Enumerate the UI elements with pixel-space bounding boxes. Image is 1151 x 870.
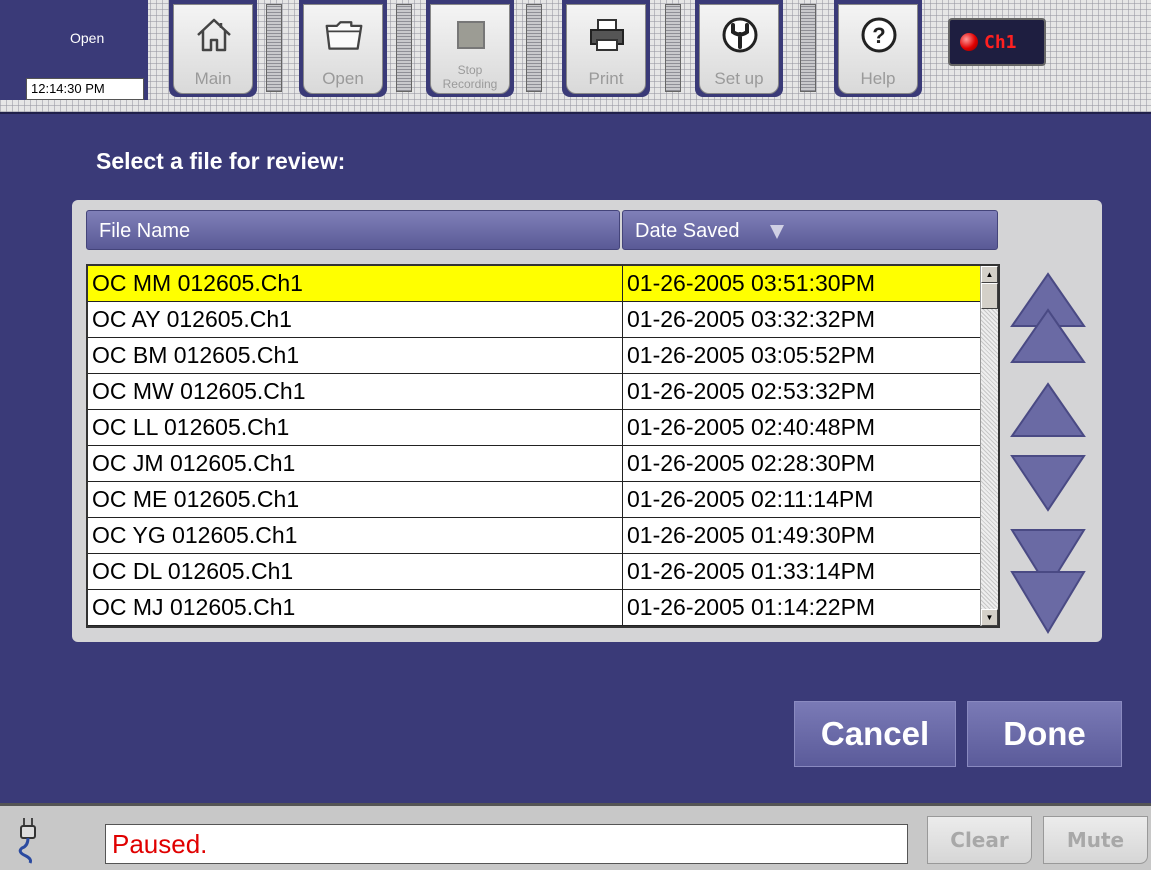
channel-indicator[interactable]: Ch1 [948,18,1046,66]
print-button[interactable]: Print [562,0,650,97]
file-name: OC MJ 012605.Ch1 [92,594,296,620]
scroll-up-button[interactable] [1008,380,1088,440]
double-down-arrow-icon [1010,529,1086,634]
wrench-icon [720,13,760,57]
status-bar: Paused. Clear Mute [0,803,1151,870]
clock: 12:14:30 PM [26,78,144,100]
sort-descending-icon [769,224,784,239]
file-row[interactable]: OC MJ 012605.Ch1 01-26-2005 01:14:22PM [88,590,998,626]
file-name: OC MM 012605.Ch1 [92,270,303,296]
toolbar-separator [665,4,681,92]
mute-button[interactable]: Mute [1043,816,1148,864]
recording-led-icon [960,33,978,51]
file-row[interactable]: OC JM 012605.Ch1 01-26-2005 02:28:30PM [88,446,998,482]
file-date: 01-26-2005 01:14:22PM [622,590,979,625]
file-date: 01-26-2005 03:32:32PM [622,302,979,337]
list-scrollbar[interactable]: ▲ ▼ [980,266,998,626]
file-row[interactable]: OC AY 012605.Ch1 01-26-2005 03:32:32PM [88,302,998,338]
scroll-down-arrow-icon[interactable]: ▼ [981,609,998,626]
file-name: OC JM 012605.Ch1 [92,450,296,476]
open-button-label: Open [322,69,364,88]
file-row[interactable]: OC ME 012605.Ch1 01-26-2005 02:11:14PM [88,482,998,518]
file-date: 01-26-2005 03:05:52PM [622,338,979,373]
channel-label: Ch1 [984,32,1017,53]
status-message: Paused. [105,824,908,864]
toolbar-separator [800,4,816,92]
page-down-button[interactable] [1008,526,1088,636]
scroll-thumb[interactable] [981,283,998,309]
column-header-date-saved[interactable]: Date Saved [622,210,998,250]
up-arrow-icon [1010,382,1086,437]
file-date: 01-26-2005 02:11:14PM [622,482,979,517]
stop-icon [451,13,491,57]
file-name: OC YG 012605.Ch1 [92,522,298,548]
file-list: OC MM 012605.Ch1 01-26-2005 03:51:30PM OC… [86,264,1000,628]
scroll-up-arrow-icon[interactable]: ▲ [981,266,998,283]
power-plug-icon [18,818,36,864]
help-button[interactable]: ? Help [834,0,922,97]
file-row[interactable]: OC LL 012605.Ch1 01-26-2005 02:40:48PM [88,410,998,446]
file-name: OC DL 012605.Ch1 [92,558,294,584]
help-icon: ? [859,13,899,57]
stop-recording-label: Stop Recording [442,63,498,91]
file-date: 01-26-2005 02:53:32PM [622,374,979,409]
file-row[interactable]: OC YG 012605.Ch1 01-26-2005 01:49:30PM [88,518,998,554]
open-button[interactable]: Open [299,0,387,97]
file-name: OC AY 012605.Ch1 [92,306,292,332]
column-header-date-saved-label: Date Saved [635,220,740,242]
setup-button-label: Set up [714,69,764,88]
dialog-heading: Select a file for review: [96,148,346,174]
toolbar-separator [266,4,282,92]
file-name: OC ME 012605.Ch1 [92,486,300,512]
column-header-file-name[interactable]: File Name [86,210,620,250]
clear-button[interactable]: Clear [927,816,1032,864]
file-date: 01-26-2005 02:40:48PM [622,410,979,445]
file-date: 01-26-2005 01:49:30PM [622,518,979,553]
page-up-button[interactable] [1008,270,1088,366]
file-date: 01-26-2005 01:33:14PM [622,554,979,589]
home-icon [194,13,234,57]
column-header-file-name-label: File Name [99,220,191,242]
file-name: OC LL 012605.Ch1 [92,414,290,440]
print-button-label: Print [588,69,624,88]
down-arrow-icon [1010,455,1086,512]
toolbar: Open 12:14:30 PM Main Open Stop Recordin… [0,0,1151,114]
main-button[interactable]: Main [169,0,257,97]
folder-icon [324,13,364,57]
cancel-button[interactable]: Cancel [794,701,956,767]
file-date: 01-26-2005 03:51:30PM [622,266,979,301]
file-name: OC MW 012605.Ch1 [92,378,306,404]
file-panel: File Name Date Saved OC MM 012605.Ch1 01-… [72,200,1102,642]
mode-label: Open [70,30,105,46]
done-button[interactable]: Done [967,701,1122,767]
printer-icon [587,13,627,57]
file-date: 01-26-2005 02:28:30PM [622,446,979,481]
file-name: OC BM 012605.Ch1 [92,342,300,368]
file-row[interactable]: OC BM 012605.Ch1 01-26-2005 03:05:52PM [88,338,998,374]
toolbar-separator [526,4,542,92]
scroll-down-button[interactable] [1008,452,1088,514]
file-row[interactable]: OC MM 012605.Ch1 01-26-2005 03:51:30PM [88,266,998,302]
setup-button[interactable]: Set up [695,0,783,97]
main-button-label: Main [194,69,232,88]
toolbar-separator [396,4,412,92]
stop-recording-button[interactable]: Stop Recording [426,0,514,97]
file-row[interactable]: OC DL 012605.Ch1 01-26-2005 01:33:14PM [88,554,998,590]
file-row[interactable]: OC MW 012605.Ch1 01-26-2005 02:53:32PM [88,374,998,410]
svg-text:?: ? [872,23,885,48]
help-button-label: Help [860,69,896,88]
double-up-arrow-icon [1010,272,1086,363]
